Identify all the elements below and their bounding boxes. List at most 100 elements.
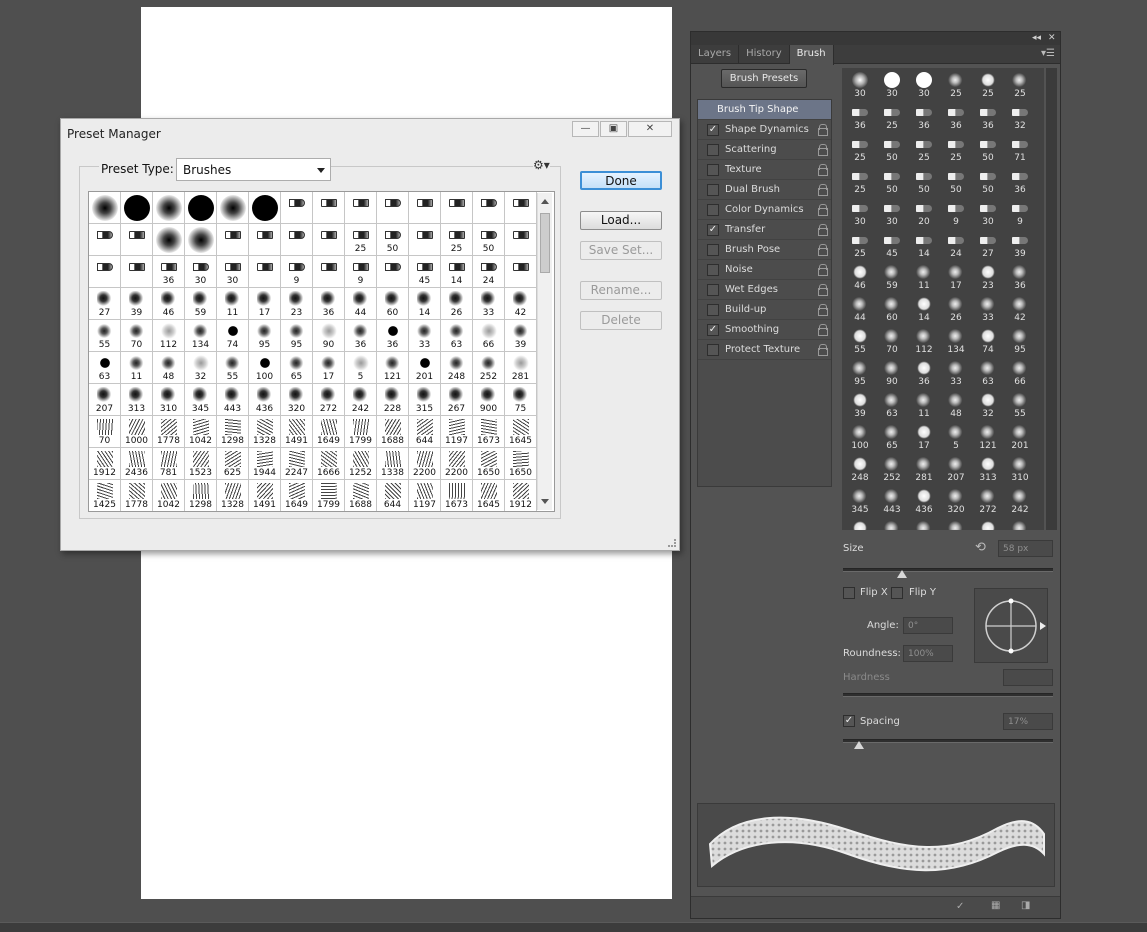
option-checkbox[interactable]: [707, 263, 719, 276]
option-checkbox[interactable]: [707, 183, 719, 196]
lock-icon[interactable]: [817, 144, 828, 156]
brush-option-noise[interactable]: Noise: [698, 260, 831, 280]
preset-brush-cell[interactable]: [505, 224, 537, 256]
brush-tip-cell[interactable]: 272: [972, 485, 1004, 517]
spacing-slider-thumb[interactable]: [854, 741, 864, 749]
size-field[interactable]: 58 px: [998, 540, 1053, 557]
angle-roundness-widget[interactable]: [974, 588, 1048, 663]
brush-tip-cell[interactable]: 25: [844, 229, 876, 261]
brush-tip-cell[interactable]: 36: [1004, 165, 1036, 197]
brush-tip-cell[interactable]: 48: [940, 389, 972, 421]
brush-tip-cell[interactable]: 74: [972, 325, 1004, 357]
preset-brush-cell[interactable]: 1649: [313, 416, 345, 448]
brush-tip-cell[interactable]: 11: [908, 261, 940, 293]
preset-brush-cell[interactable]: 112: [153, 320, 185, 352]
option-checkbox[interactable]: [707, 283, 719, 296]
preset-brush-cell[interactable]: 44: [345, 288, 377, 320]
brush-tip-cell[interactable]: 25: [876, 101, 908, 133]
brush-tip-cell[interactable]: 50: [876, 133, 908, 165]
preset-brush-cell[interactable]: 39: [505, 320, 537, 352]
preset-brush-cell[interactable]: [249, 256, 281, 288]
preset-brush-cell[interactable]: 1650: [505, 448, 537, 480]
brush-tip-cell[interactable]: 36: [1004, 261, 1036, 293]
preset-brush-cell[interactable]: 1523: [185, 448, 217, 480]
brush-presets-button[interactable]: Brush Presets: [721, 69, 807, 88]
brush-option-transfer[interactable]: ✓ Transfer: [698, 220, 831, 240]
preset-brush-cell[interactable]: 70: [121, 320, 153, 352]
lock-icon[interactable]: [817, 264, 828, 276]
preset-brush-cell[interactable]: 1298: [217, 416, 249, 448]
brush-tip-cell[interactable]: 55: [844, 325, 876, 357]
preset-brush-cell[interactable]: 63: [441, 320, 473, 352]
preset-brush-cell[interactable]: 1666: [313, 448, 345, 480]
minimize-button[interactable]: —: [572, 121, 599, 137]
brush-tip-cell[interactable]: 100: [844, 421, 876, 453]
preset-brush-cell[interactable]: 1042: [185, 416, 217, 448]
preset-brush-cell[interactable]: 1944: [249, 448, 281, 480]
preset-brush-cell[interactable]: [313, 224, 345, 256]
preset-brush-cell[interactable]: [153, 192, 185, 224]
brush-tip-cell[interactable]: 66: [1004, 357, 1036, 389]
preset-brush-cell[interactable]: 30: [217, 256, 249, 288]
brush-tip-cell[interactable]: 36: [908, 357, 940, 389]
brush-option-protect-texture[interactable]: Protect Texture: [698, 340, 831, 360]
preset-brush-cell[interactable]: 36: [345, 320, 377, 352]
preset-brush-cell[interactable]: 1645: [473, 480, 505, 511]
preset-brush-cell[interactable]: [281, 224, 313, 256]
preset-brush-cell[interactable]: 443: [217, 384, 249, 416]
preset-brush-cell[interactable]: 644: [377, 480, 409, 511]
brush-tip-cell[interactable]: 30: [876, 69, 908, 101]
preset-brush-cell[interactable]: 46: [153, 288, 185, 320]
preset-brush-cell[interactable]: [185, 224, 217, 256]
preset-brush-cell[interactable]: 70: [89, 416, 121, 448]
option-checkbox[interactable]: [707, 243, 719, 256]
preset-brush-cell[interactable]: 781: [153, 448, 185, 480]
preset-brush-cell[interactable]: 1912: [505, 480, 537, 511]
brush-tip-cell[interactable]: 44: [844, 293, 876, 325]
preset-brush-cell[interactable]: [377, 256, 409, 288]
brush-tip-cell[interactable]: 310: [1004, 453, 1036, 485]
brush-option-brush-pose[interactable]: Brush Pose: [698, 240, 831, 260]
brush-tip-cell[interactable]: 95: [844, 357, 876, 389]
brush-option-wet-edges[interactable]: Wet Edges: [698, 280, 831, 300]
preset-brush-cell[interactable]: 1042: [153, 480, 185, 511]
preset-brush-cell[interactable]: 5: [345, 352, 377, 384]
brush-tip-cell[interactable]: 436: [908, 485, 940, 517]
preset-brush-cell[interactable]: [313, 256, 345, 288]
preset-brush-cell[interactable]: 45: [409, 256, 441, 288]
flip-y-checkbox[interactable]: [891, 587, 903, 599]
scroll-down-icon[interactable]: [541, 499, 549, 504]
brush-tip-cell[interactable]: 320: [940, 485, 972, 517]
toggle-preview-icon[interactable]: ✓: [956, 901, 964, 912]
panel-menu-icon[interactable]: ▾☰: [1041, 48, 1055, 59]
preset-brush-cell[interactable]: 1298: [185, 480, 217, 511]
brush-tip-cell[interactable]: 59: [876, 261, 908, 293]
brush-tip-cell[interactable]: 9: [940, 197, 972, 229]
brush-option-smoothing[interactable]: ✓ Smoothing: [698, 320, 831, 340]
brush-tip-cell[interactable]: 55: [1004, 389, 1036, 421]
brush-tip-cell[interactable]: 45: [876, 229, 908, 261]
preset-brush-cell[interactable]: 313: [121, 384, 153, 416]
preset-brush-cell[interactable]: 1673: [441, 480, 473, 511]
preset-brush-cell[interactable]: 1778: [153, 416, 185, 448]
preset-brush-cell[interactable]: 1649: [281, 480, 313, 511]
brush-tip-cell[interactable]: 60: [876, 293, 908, 325]
brush-tip-cell[interactable]: 36: [972, 101, 1004, 133]
brush-tip-cell[interactable]: 36: [844, 101, 876, 133]
delete-button[interactable]: Delete: [580, 311, 662, 330]
brush-tip-cell[interactable]: 95: [1004, 325, 1036, 357]
preset-type-select[interactable]: Brushes: [176, 158, 331, 181]
brush-tip-cell[interactable]: 50: [940, 165, 972, 197]
preset-brush-cell[interactable]: [409, 224, 441, 256]
preset-brush-cell[interactable]: [441, 192, 473, 224]
preset-brush-cell[interactable]: 644: [409, 416, 441, 448]
preset-brush-cell[interactable]: 14: [441, 256, 473, 288]
brush-tip-cell[interactable]: 14: [908, 293, 940, 325]
close-button[interactable]: ✕: [628, 121, 672, 137]
preset-brush-cell[interactable]: 50: [473, 224, 505, 256]
brush-tip-cell[interactable]: 30: [972, 197, 1004, 229]
preset-brush-cell[interactable]: 1197: [441, 416, 473, 448]
brush-tip-cell[interactable]: 252: [876, 453, 908, 485]
brush-tip-cell[interactable]: 30: [876, 197, 908, 229]
preset-brush-cell[interactable]: 36: [313, 288, 345, 320]
